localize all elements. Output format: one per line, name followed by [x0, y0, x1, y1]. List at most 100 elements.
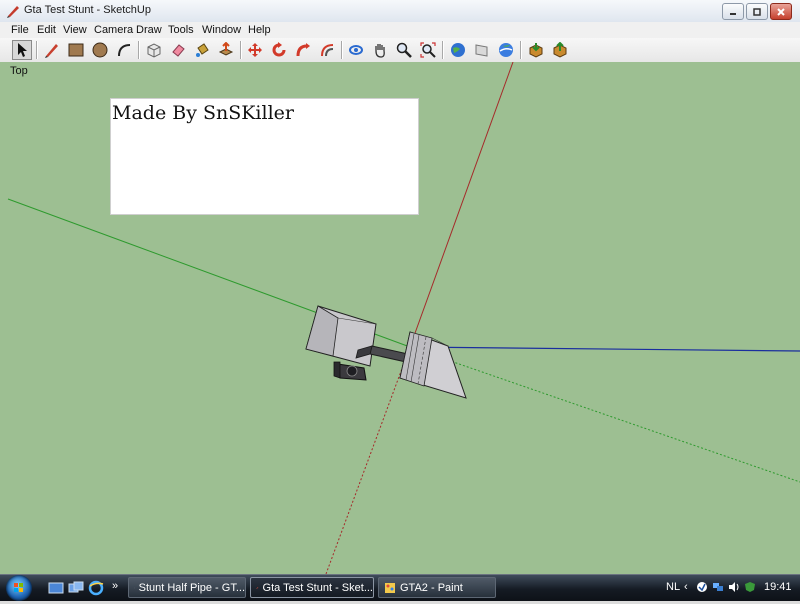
taskbar-button-label: Stunt Half Pipe - GT... — [138, 581, 245, 594]
close-button[interactable] — [770, 3, 792, 20]
magnifier-icon — [396, 42, 412, 58]
pan-tool-button[interactable] — [370, 40, 390, 60]
arrow-cursor-icon — [18, 43, 27, 57]
tray-expand-icon[interactable]: ‹ — [684, 581, 688, 593]
windows-logo-icon — [14, 583, 23, 592]
taskbar-button-label: GTA2 - Paint — [400, 581, 463, 594]
orbit-tool-button[interactable] — [346, 40, 366, 60]
sketchup-app-icon — [7, 6, 19, 18]
sketchup-app-icon — [256, 586, 259, 589]
minimize-button[interactable] — [722, 3, 744, 20]
quick-launch-overflow-icon[interactable]: » — [112, 580, 118, 592]
share-model-icon — [553, 42, 567, 58]
system-tray: NL ‹ 19:41 — [660, 575, 800, 601]
menu-draw[interactable]: Draw — [136, 24, 162, 36]
earth-icon — [499, 43, 513, 57]
menu-bar: File Edit View Camera Draw Tools Window … — [0, 22, 800, 39]
red-axis-line — [409, 62, 514, 348]
share-model-button[interactable] — [550, 40, 570, 60]
menu-view[interactable]: View — [63, 24, 87, 36]
arc-icon — [118, 44, 131, 57]
maximize-button[interactable] — [746, 3, 768, 20]
follow-me-icon — [296, 43, 310, 57]
taskbar-button-stunt-half-pipe[interactable]: Stunt Half Pipe - GT... — [128, 577, 246, 598]
drawing-viewport[interactable]: Top Made By SnSKiller — [0, 62, 800, 574]
globe-icon — [451, 43, 465, 57]
blue-axis-line — [409, 346, 800, 352]
orbit-icon — [349, 45, 363, 55]
defender-icon[interactable] — [744, 581, 756, 593]
toolbar-separator — [520, 41, 521, 59]
left-box-model[interactable] — [305, 305, 377, 367]
toolbar-separator — [36, 41, 37, 59]
window-title: Gta Test Stunt - SketchUp — [24, 4, 151, 16]
title-bar: Gta Test Stunt - SketchUp — [0, 0, 800, 23]
taskbar-button-gta2-paint[interactable]: GTA2 - Paint — [378, 577, 496, 598]
pencil-icon — [45, 44, 58, 58]
offset-tool-button[interactable] — [317, 40, 337, 60]
rectangle-tool-button[interactable] — [66, 40, 86, 60]
rotate-icon — [272, 42, 286, 57]
show-desktop-icon[interactable] — [48, 580, 64, 596]
clock[interactable]: 19:41 — [764, 581, 792, 593]
paint-app-icon — [385, 582, 395, 593]
sketchup-app-icon — [134, 587, 135, 588]
internet-explorer-icon[interactable] — [88, 580, 104, 596]
push-pull-button[interactable] — [216, 40, 236, 60]
get-models-button[interactable] — [526, 40, 546, 60]
switch-windows-icon[interactable] — [68, 580, 84, 596]
paint-bucket-button[interactable] — [192, 40, 212, 60]
zoom-extents-button[interactable] — [418, 40, 438, 60]
wheel-block-model[interactable] — [333, 361, 367, 381]
get-models-icon — [529, 43, 543, 58]
menu-camera[interactable]: Camera — [94, 24, 133, 36]
start-button[interactable] — [6, 575, 32, 601]
rotate-tool-button[interactable] — [269, 40, 289, 60]
restore-icon — [753, 7, 761, 16]
tray-app-icon[interactable] — [696, 581, 708, 593]
text-note-box[interactable]: Made By SnSKiller — [110, 98, 419, 215]
menu-edit[interactable]: Edit — [37, 24, 56, 36]
move-icon — [248, 43, 262, 57]
window-controls — [722, 3, 792, 20]
volume-icon[interactable] — [728, 581, 740, 593]
zoom-tool-button[interactable] — [394, 40, 414, 60]
select-tool-button[interactable] — [12, 40, 32, 60]
offset-icon — [321, 44, 334, 57]
right-box-model[interactable] — [399, 331, 467, 399]
taskbar-button-label: Gta Test Stunt - Sket... — [262, 581, 373, 594]
toolbar-separator — [341, 41, 342, 59]
menu-help[interactable]: Help — [248, 24, 271, 36]
language-indicator[interactable]: NL — [666, 581, 680, 593]
zoom-extents-icon — [420, 42, 436, 58]
note-text: Made By SnSKiller — [112, 102, 294, 124]
menu-tools[interactable]: Tools — [168, 24, 194, 36]
move-tool-button[interactable] — [245, 40, 265, 60]
rectangle-icon — [68, 43, 84, 57]
toolbar-separator — [240, 41, 241, 59]
taskbar-button-gta-test-stunt[interactable]: Gta Test Stunt - Sket... — [250, 577, 374, 598]
circle-tool-button[interactable] — [90, 40, 110, 60]
make-component-button[interactable] — [144, 40, 164, 60]
image-icon — [475, 44, 488, 57]
eraser-icon — [172, 44, 185, 57]
eraser-tool-button[interactable] — [168, 40, 188, 60]
close-icon — [777, 7, 785, 16]
toolbar-separator — [442, 41, 443, 59]
red-axis-dotted — [325, 346, 411, 574]
follow-me-button[interactable] — [293, 40, 313, 60]
line-tool-button[interactable] — [42, 40, 62, 60]
network-icon[interactable] — [712, 581, 724, 593]
paint-bucket-icon — [196, 43, 209, 57]
hand-icon — [375, 44, 385, 58]
next-view-button[interactable] — [472, 40, 492, 60]
menu-file[interactable]: File — [11, 24, 29, 36]
menu-window[interactable]: Window — [202, 24, 241, 36]
circle-icon — [92, 42, 108, 58]
toolbar — [0, 38, 800, 63]
previous-view-button[interactable] — [448, 40, 468, 60]
place-model-button[interactable] — [496, 40, 516, 60]
green-axis-dotted — [409, 346, 800, 483]
push-pull-icon — [218, 42, 234, 56]
arc-tool-button[interactable] — [114, 40, 134, 60]
